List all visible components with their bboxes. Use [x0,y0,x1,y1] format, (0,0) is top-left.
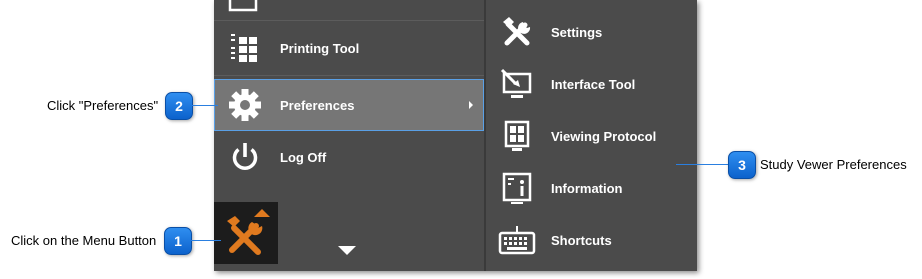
callout-2-badge: 2 [165,92,193,120]
menu-item-label: Preferences [280,97,355,113]
submenu-preferences: Settings Interface Tool Viewing Protocol… [486,0,697,271]
menu-separator [214,75,484,76]
callout-1-badge: 1 [164,227,192,255]
gear-icon [214,79,276,131]
menu-item-log-off[interactable]: Log Off [214,131,484,183]
printing-tool-icon [214,22,276,74]
submenu-item-shortcuts[interactable]: Shortcuts [486,214,697,266]
interface-tool-icon [486,58,548,110]
submenu-item-information[interactable]: Information [486,162,697,214]
callout-3-line [676,164,728,165]
submenu-item-label: Viewing Protocol [551,128,657,144]
partial-item-icon [228,0,258,19]
information-icon [486,162,548,214]
wrench-screwdriver-icon [486,6,548,58]
main-menu: Printing Tool Preferences Log Off Settin… [214,0,697,271]
chevron-down-icon[interactable] [338,246,356,255]
submenu-item-label: Information [551,180,623,196]
callout-2-text: Click "Preferences" [47,98,159,113]
callout-1-text: Click on the Menu Button [11,233,157,248]
menu-button[interactable] [214,202,278,264]
submenu-item-settings[interactable]: Settings [486,6,697,58]
menu-item-label: Printing Tool [280,40,360,56]
callout-2-line [192,105,218,106]
submenu-item-label: Settings [551,24,603,40]
submenu-item-label: Interface Tool [551,76,636,92]
callout-1-line [191,240,221,241]
submenu-arrow-icon [469,101,473,109]
menu-item-preferences[interactable]: Preferences [214,79,484,131]
submenu-item-interface-tool[interactable]: Interface Tool [486,58,697,110]
menu-item-printing-tool[interactable]: Printing Tool [214,22,484,74]
viewing-protocol-icon [486,110,548,162]
tools-icon [227,209,270,255]
submenu-item-viewing-protocol[interactable]: Viewing Protocol [486,110,697,162]
menu-separator [214,20,484,21]
menu-left-column: Printing Tool Preferences Log Off [214,0,484,271]
keyboard-icon [486,214,548,266]
callout-3-badge: 3 [728,151,756,179]
power-icon [214,131,276,183]
submenu-item-label: Shortcuts [551,232,612,248]
menu-item-label: Log Off [280,149,327,165]
callout-3-text: Study Vewer Preferences [760,157,907,172]
